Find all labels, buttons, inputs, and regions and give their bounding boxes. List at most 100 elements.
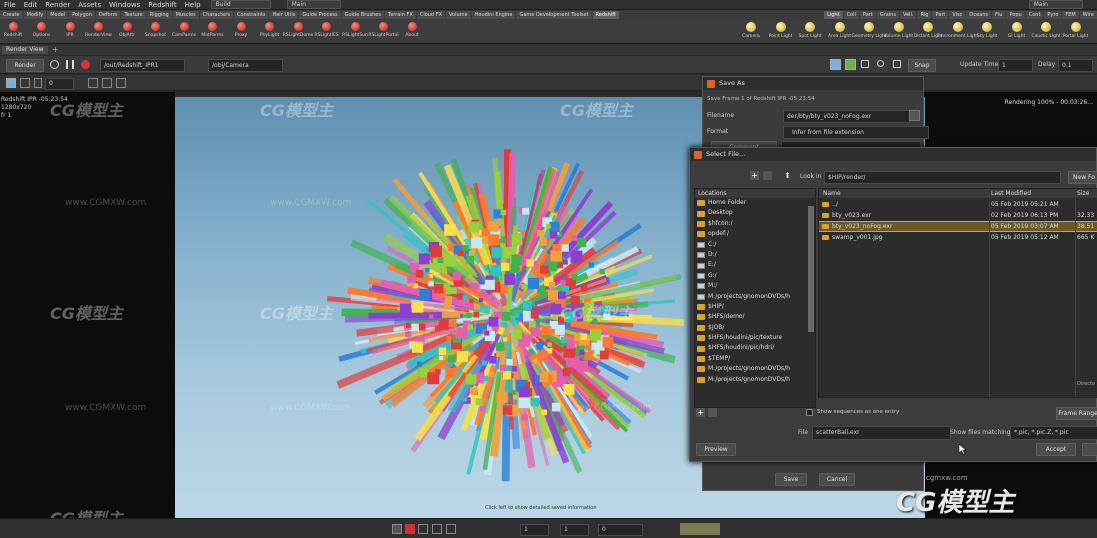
up-folder-icon[interactable]: ⬆ bbox=[783, 171, 792, 180]
grid-icon[interactable] bbox=[861, 60, 869, 68]
light-tool[interactable]: Point Light bbox=[769, 22, 792, 39]
menu-assets[interactable]: Assets bbox=[74, 1, 105, 9]
shelf-tab[interactable]: Polygon bbox=[69, 11, 95, 19]
light-tool[interactable]: Environment Light bbox=[937, 22, 978, 39]
add-tab-icon[interactable]: + bbox=[52, 45, 59, 54]
zoom-icon[interactable] bbox=[877, 60, 884, 67]
compare-icon[interactable] bbox=[432, 524, 442, 534]
location-item[interactable]: $HFS/houdini/pic/hdri/ bbox=[695, 343, 815, 353]
look-in-field[interactable]: $HIP/render/ bbox=[824, 171, 1061, 184]
shelf-tab[interactable]: Guide Brushes bbox=[341, 11, 384, 19]
light-shelf-tab[interactable]: Part bbox=[932, 11, 949, 19]
location-item[interactable]: C:/ bbox=[695, 240, 815, 250]
location-item[interactable]: G:/ bbox=[695, 271, 815, 281]
mask-icon[interactable] bbox=[418, 524, 428, 534]
light-tool[interactable]: Camera bbox=[742, 22, 760, 39]
location-item[interactable]: D:/ bbox=[695, 250, 815, 260]
location-item[interactable]: Desktop bbox=[695, 208, 815, 218]
location-item[interactable]: Home Folder bbox=[695, 198, 815, 208]
light-tool[interactable]: Caustic Light bbox=[1031, 22, 1061, 39]
shelf-tab[interactable]: Cloud FX bbox=[416, 11, 446, 19]
shelf-tool[interactable]: RSLightIES bbox=[314, 22, 339, 38]
color-correct-icon[interactable] bbox=[845, 59, 856, 70]
shelf-tab[interactable]: Texture bbox=[121, 11, 146, 19]
file-pattern-field[interactable]: *.pic, *.pic.Z, *.pic bbox=[1010, 426, 1097, 440]
location-item[interactable]: M:/projects/gnomonDVDs/h bbox=[695, 375, 815, 385]
frame-field[interactable]: 0 bbox=[45, 78, 74, 90]
frame-range-button[interactable]: Frame Range bbox=[1056, 407, 1097, 420]
channel-icon[interactable] bbox=[6, 78, 16, 88]
shelf-tab[interactable]: Volume bbox=[446, 11, 471, 19]
shelf-tool[interactable]: PhyLight bbox=[260, 22, 279, 38]
add-bookmark-icon[interactable]: + bbox=[696, 408, 705, 417]
status-field-a[interactable]: 1 bbox=[560, 524, 589, 536]
shelf-tab[interactable]: Guide Process bbox=[299, 11, 341, 19]
format-select[interactable]: Infer from file extension bbox=[783, 126, 929, 139]
light-tool[interactable]: Distant Light bbox=[914, 22, 942, 39]
shelf-tab[interactable]: Create bbox=[0, 11, 23, 19]
light-shelf-tab[interactable]: Visc bbox=[949, 11, 966, 19]
shelf-tool[interactable]: Proxy bbox=[232, 22, 250, 38]
light-shelf-tab[interactable]: Vell. bbox=[899, 11, 917, 19]
shelf-tool[interactable]: RSLightSun bbox=[342, 22, 368, 38]
menu-redshift[interactable]: Redshift bbox=[144, 1, 180, 9]
browse-file-icon[interactable] bbox=[909, 110, 920, 121]
shelf-tool[interactable]: MatParms bbox=[201, 22, 224, 38]
shelf-tool[interactable]: ObjAttr bbox=[118, 22, 136, 38]
light-shelf-tab[interactable]: Oceans bbox=[966, 11, 992, 19]
file-name-field[interactable]: scatterBall.exr bbox=[812, 426, 951, 440]
cancel-select-button[interactable] bbox=[1082, 443, 1097, 456]
light-tool[interactable]: Area Light bbox=[828, 22, 851, 39]
snap-button[interactable]: Snap bbox=[908, 59, 936, 72]
location-item[interactable]: $HFS/demo/ bbox=[695, 312, 815, 322]
preview-button[interactable]: Preview bbox=[696, 443, 736, 456]
location-item[interactable]: M:/projects/gnomonDVDs/h bbox=[695, 292, 815, 302]
shelf-tab[interactable]: Constraints bbox=[233, 11, 269, 19]
light-shelf-tab[interactable]: Popu bbox=[1006, 11, 1025, 19]
light-shelf-tab[interactable]: Pyro bbox=[1044, 11, 1062, 19]
menu-windows[interactable]: Windows bbox=[105, 1, 144, 9]
shelf-tool[interactable]: About bbox=[403, 22, 421, 38]
add-location-icon[interactable]: + bbox=[750, 171, 759, 180]
location-item[interactable]: opdef:/ bbox=[695, 229, 815, 239]
desktop-dropdown[interactable]: Main bbox=[286, 0, 341, 9]
menu-help[interactable]: Help bbox=[181, 1, 205, 9]
menu-render[interactable]: Render bbox=[41, 1, 74, 9]
pause-icon[interactable] bbox=[66, 60, 74, 69]
locations-scrollbar[interactable] bbox=[808, 206, 814, 332]
file-row[interactable]: swamp_v001.jpg 05 Feb 2019 05:12 AM 665 K bbox=[819, 233, 1097, 242]
stop-render-icon[interactable] bbox=[405, 524, 415, 534]
remove-bookmark-icon[interactable] bbox=[708, 408, 717, 417]
light-tool[interactable]: Spot Light bbox=[799, 22, 821, 39]
light-shelf-tab[interactable]: Coll bbox=[843, 11, 859, 19]
file-row[interactable]: ../ 05 Feb 2019 05:21 AM bbox=[819, 200, 1097, 209]
light-shelf-tab[interactable]: Grains bbox=[876, 11, 899, 19]
shelf-tab[interactable]: Hair Utils bbox=[269, 11, 299, 19]
new-folder-button[interactable]: New Fo bbox=[1068, 171, 1097, 184]
shelf-tab[interactable]: Game Development Toolset bbox=[516, 11, 592, 19]
location-item[interactable]: $hfcon:/ bbox=[695, 219, 815, 229]
shelf-tool[interactable]: Snapshot bbox=[145, 22, 166, 38]
alpha-icon[interactable] bbox=[446, 524, 456, 534]
right-desktop-dropdown[interactable]: Main bbox=[1028, 0, 1083, 9]
shelf-tab[interactable]: Model bbox=[47, 11, 69, 19]
light-shelf-tab[interactable]: Cont bbox=[1025, 11, 1044, 19]
layer-icon[interactable] bbox=[34, 78, 42, 88]
location-item[interactable]: M:/projects/gnomonDVDs/h bbox=[695, 364, 815, 374]
light-tool[interactable]: Geometry Light bbox=[851, 22, 887, 39]
remove-location-icon[interactable] bbox=[763, 171, 772, 180]
display-icon[interactable] bbox=[20, 78, 30, 88]
shelf-tool[interactable]: RenderView bbox=[85, 22, 112, 38]
file-row[interactable]: bty_v023_noFog.exr 05 Feb 2019 03:07 AM 38… bbox=[819, 221, 1097, 232]
shelf-tab[interactable]: Rigging bbox=[146, 11, 172, 19]
shelf-tool[interactable]: RSLightDome bbox=[283, 22, 313, 38]
render-button[interactable]: Render bbox=[6, 59, 44, 72]
location-item[interactable]: $JOB/ bbox=[695, 323, 815, 333]
status-field-b[interactable]: 0 bbox=[598, 524, 643, 536]
build-dropdown[interactable]: Build bbox=[210, 0, 271, 9]
light-shelf-tab[interactable]: Wire bbox=[1079, 11, 1097, 19]
filename-field[interactable]: der/bty/bty_v023_noFog.exr bbox=[783, 110, 910, 123]
column-size[interactable]: Size bbox=[1077, 189, 1089, 198]
shelf-tab[interactable]: Characters bbox=[199, 11, 233, 19]
record-icon[interactable] bbox=[392, 524, 402, 534]
